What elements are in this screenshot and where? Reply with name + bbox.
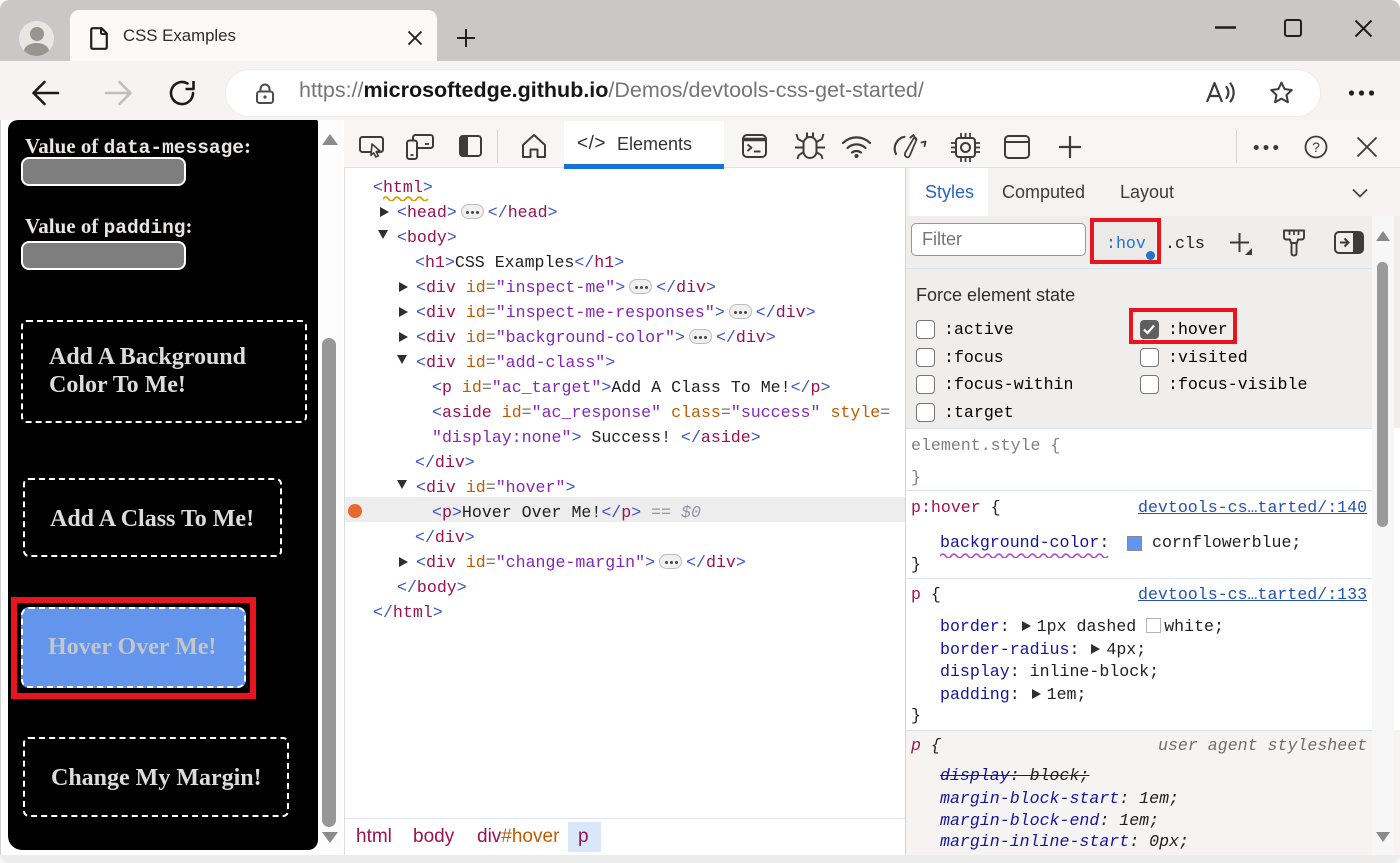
svg-text:?: ? <box>1312 139 1320 155</box>
